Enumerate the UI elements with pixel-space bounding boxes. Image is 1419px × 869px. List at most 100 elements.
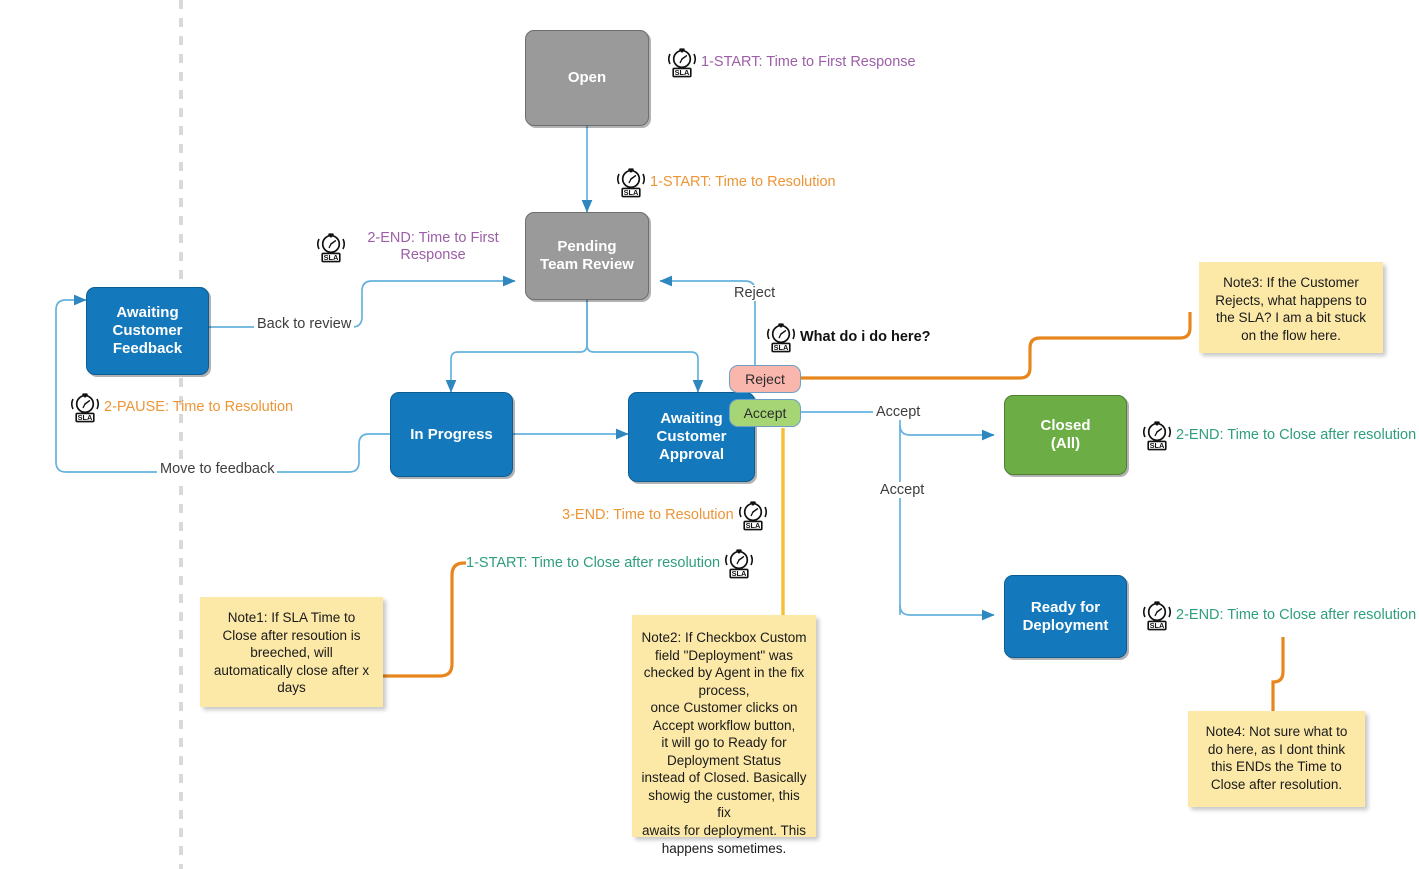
line-12: happens sometimes.	[661, 840, 787, 856]
line-1: Ready for	[1030, 598, 1101, 616]
line-2: Customer	[112, 322, 183, 340]
sla-label-text: 2-END: Time to First Response	[350, 230, 516, 263]
node-awaiting-customer-approval-label: Awaiting Customer Approval	[656, 410, 726, 463]
node-open[interactable]: Open	[525, 30, 649, 126]
node-in-progress-label: In Progress	[410, 425, 493, 443]
sla-label-text: 2-END: Time to Close after resolution	[1176, 606, 1417, 623]
sla-pause-time-to-resolution: SLA 2-PAUSE: Time to Resolution	[70, 391, 293, 423]
line-2: (All)	[1050, 435, 1081, 452]
edge-accept-to-closed	[899, 424, 995, 441]
note-3: Note3: If the Customer Rejects, what hap…	[1199, 262, 1383, 353]
node-in-progress[interactable]: In Progress	[390, 392, 513, 477]
svg-text:SLA: SLA	[624, 188, 639, 197]
sla-start-time-to-first-response: SLA 1-START: Time to First Response	[667, 46, 917, 78]
note-1: Note1: If SLA Time to Close after resout…	[200, 597, 383, 707]
sla-label-text: 1-START: Time to Resolution	[650, 173, 836, 190]
svg-text:SLA: SLA	[324, 253, 339, 262]
node-ready-for-deployment-label: Ready for Deployment	[1023, 599, 1109, 634]
sla-stopwatch-icon: SLA	[616, 168, 646, 198]
note-3-text: Note3: If the Customer Rejects, what hap…	[1215, 275, 1367, 343]
workflow-diagram-canvas: Open Pending Team Review Awaiting Custom…	[0, 0, 1419, 869]
line-1: 2-END: Time to First	[367, 230, 499, 246]
line-1: Note2: If Checkbox Custom	[641, 630, 807, 645]
line-5: once Customer clicks on	[650, 700, 798, 716]
sla-label-text: 3-END: Time to Resolution	[562, 506, 734, 523]
accept-button[interactable]: Accept	[729, 399, 801, 427]
node-pending-team-review-label: Pending Team Review	[540, 238, 634, 273]
line-6: Accept workflow button,	[652, 717, 796, 733]
edge-label-back-to-review: Back to review	[254, 316, 355, 332]
sla-label-text: What do i do here?	[800, 328, 931, 345]
sla-start-time-to-resolution: SLA 1-START: Time to Resolution	[616, 166, 836, 198]
sla-stopwatch-icon: SLA	[667, 48, 697, 78]
line-9: instead of Closed. Basically	[641, 770, 807, 786]
line-1: 1-START: Time to First	[701, 53, 847, 70]
node-awaiting-customer-feedback-label: Awaiting Customer Feedback	[112, 304, 182, 357]
edge-label-reject: Reject	[731, 285, 779, 301]
node-closed[interactable]: Closed (All)	[1004, 395, 1127, 475]
note-1-text: Note1: If SLA Time to Close after resout…	[213, 610, 370, 696]
sla-stopwatch-icon: SLA	[70, 393, 100, 423]
note-4: Note4: Not sure what to do here, as I do…	[1188, 711, 1365, 807]
node-awaiting-customer-feedback[interactable]: Awaiting Customer Feedback	[86, 287, 209, 375]
reject-button[interactable]: Reject	[729, 365, 801, 393]
node-closed-label: Closed (All)	[1040, 417, 1090, 452]
accept-button-label: Accept	[743, 405, 787, 421]
line-2: Response	[400, 246, 466, 263]
edge-accept-to-deployment	[899, 604, 995, 621]
svg-text:SLA: SLA	[774, 343, 789, 352]
line-1: Awaiting	[660, 410, 723, 428]
sla-label-text: 2-END: Time to Close after resolution	[1176, 426, 1417, 443]
sla-what-do-i-do-here: SLA What do i do here?	[766, 321, 931, 353]
sla-label-text: 2-PAUSE: Time to Resolution	[104, 398, 294, 415]
sla-stopwatch-icon: SLA	[725, 549, 754, 579]
line-2: Customer	[656, 428, 727, 446]
edge-label-move-to-feedback: Move to feedback	[157, 461, 278, 477]
svg-text:SLA: SLA	[1150, 441, 1165, 450]
line-1: Pending	[557, 238, 617, 256]
node-ready-for-deployment[interactable]: Ready for Deployment	[1004, 575, 1127, 658]
line-3: Feedback	[112, 339, 183, 357]
sla-stopwatch-icon: SLA	[316, 233, 346, 263]
edge-note1-to-sla-start-close	[383, 561, 466, 678]
note-4-text: Note4: Not sure what to do here, as I do…	[1205, 724, 1348, 792]
line-10: showig the customer, this fix	[648, 787, 800, 821]
svg-text:SLA: SLA	[1150, 621, 1165, 630]
reject-button-label: Reject	[745, 371, 785, 387]
sla-end-time-to-resolution: SLA 3-END: Time to Resolution	[562, 499, 768, 531]
svg-text:SLA: SLA	[745, 521, 760, 530]
note-2-text: Note2: If Checkbox Custom field "Deploym…	[641, 630, 806, 856]
line-2: field "Deployment" was	[655, 647, 793, 663]
sla-label-text: 1-START: Time to Close after resolution	[466, 554, 721, 571]
line-7: it will go to Ready for	[661, 735, 787, 751]
sla-end-time-to-first-response: SLA 2-END: Time to First Response	[316, 230, 516, 263]
line-11: awaits for deployment. This	[641, 823, 807, 839]
line-4: process,	[698, 682, 750, 698]
svg-text:SLA: SLA	[732, 569, 747, 578]
sla-end-time-to-close-closed: SLA 2-END: Time to Close after resolutio…	[1142, 419, 1416, 451]
sla-label-text: 1-START: Time to First Response	[701, 54, 916, 71]
line-2: Deployment	[1022, 616, 1109, 634]
sla-stopwatch-icon: SLA	[1142, 421, 1172, 451]
node-pending-team-review[interactable]: Pending Team Review	[525, 212, 649, 300]
edge-pending-to-approval	[586, 300, 704, 393]
line-1: Closed	[1040, 417, 1091, 435]
edge-label-accept-deployment: Accept	[877, 482, 928, 498]
line-3: checked by Agent in the fix	[643, 665, 805, 681]
svg-text:SLA: SLA	[675, 68, 690, 77]
sla-stopwatch-icon: SLA	[766, 323, 796, 353]
line-2: Response	[850, 53, 916, 70]
node-open-label: Open	[567, 69, 607, 87]
edge-note4-connector	[1271, 637, 1285, 714]
sla-stopwatch-icon: SLA	[738, 501, 767, 531]
line-1: Awaiting	[116, 304, 179, 322]
edge-pending-to-inprogress	[445, 300, 588, 393]
svg-text:SLA: SLA	[78, 413, 93, 422]
sla-start-time-to-close-after-resolution: SLA 1-START: Time to Close after resolut…	[466, 547, 754, 579]
line-2: Team Review	[540, 256, 634, 273]
line-3: Approval	[658, 445, 724, 463]
note-2: Note2: If Checkbox Custom field "Deploym…	[632, 615, 816, 856]
sla-stopwatch-icon: SLA	[1142, 601, 1172, 631]
edge-label-accept-closed: Accept	[873, 404, 924, 420]
line-8: Deployment Status	[666, 752, 782, 768]
